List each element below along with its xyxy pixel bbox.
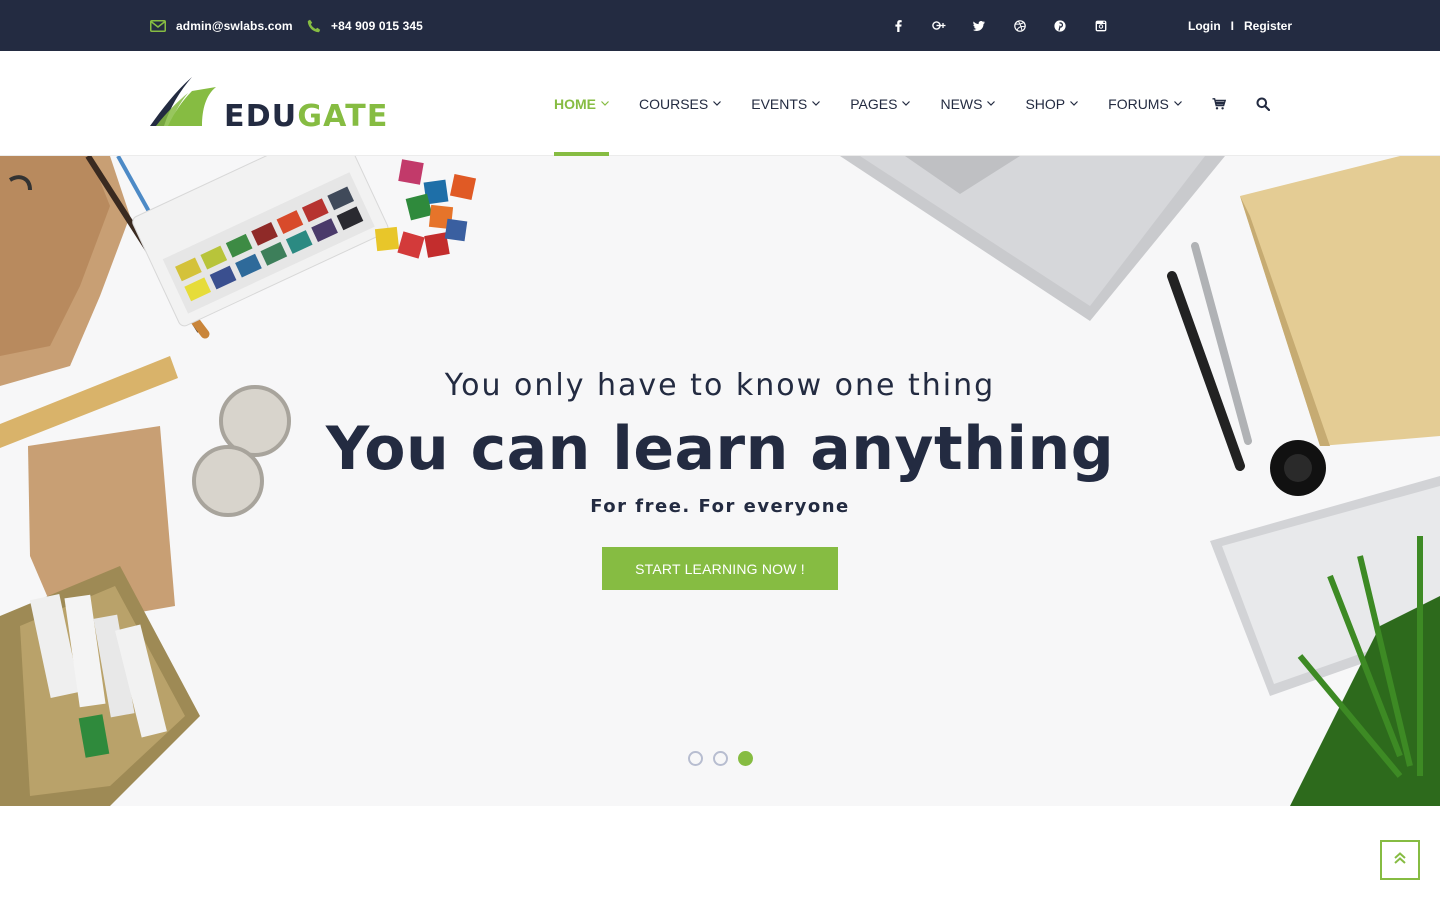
dribbble-icon[interactable]	[1006, 16, 1034, 36]
slider-dot[interactable]	[688, 751, 703, 766]
cart-icon[interactable]	[1212, 51, 1226, 156]
chevron-down-icon	[902, 101, 911, 106]
nav-item-label: SHOP	[1025, 95, 1066, 112]
nav-item-label: HOME	[554, 95, 596, 112]
nav-item-label: EVENTS	[751, 95, 808, 112]
google-plus-icon[interactable]	[925, 16, 953, 36]
chevron-down-icon	[601, 101, 609, 106]
hero-slider: You only have to know one thing You can …	[0, 156, 1440, 806]
nav-item-home[interactable]: HOME	[554, 51, 609, 156]
nav-item-label: FORUMS	[1108, 95, 1169, 112]
nav-item-events[interactable]: EVENTS	[751, 51, 821, 156]
main-header: EDUGATE HOME COURSES EVENTS PAGES NEWS S…	[0, 51, 1440, 156]
search-icon[interactable]	[1256, 51, 1270, 156]
nav-item-pages[interactable]: PAGES	[850, 51, 911, 156]
logo-mark-icon	[150, 77, 216, 126]
hero-subtitle: You only have to know one thing	[444, 368, 996, 403]
start-learning-button[interactable]: START LEARNING NOW !	[602, 547, 838, 590]
slider-dot-active[interactable]	[738, 751, 753, 766]
site-logo[interactable]: EDUGATE	[148, 73, 387, 134]
back-to-top-button[interactable]	[1380, 840, 1420, 880]
nav-item-label: NEWS	[940, 95, 983, 112]
auth-separator: I	[1230, 18, 1234, 33]
nav-item-label: PAGES	[850, 95, 898, 112]
contact-phone-text: +84 909 015 345	[331, 18, 423, 33]
contact-email[interactable]: admin@swlabs.com	[150, 0, 293, 51]
slider-pagination	[688, 751, 763, 766]
chevron-down-icon	[987, 101, 996, 106]
nav-item-label: COURSES	[639, 95, 709, 112]
slider-dot[interactable]	[713, 751, 728, 766]
hero-tagline: For free. For everyone	[590, 496, 850, 517]
twitter-icon[interactable]	[965, 16, 993, 36]
nav-item-news[interactable]: NEWS	[940, 51, 996, 156]
social-links	[884, 0, 1127, 51]
phone-icon	[307, 19, 321, 33]
login-link[interactable]: Login	[1188, 19, 1221, 33]
chevron-down-icon	[713, 101, 722, 106]
nav-item-courses[interactable]: COURSES	[639, 51, 722, 156]
instagram-icon[interactable]	[1087, 16, 1115, 36]
main-nav: HOME COURSES EVENTS PAGES NEWS SHOP FORU…	[554, 51, 1300, 156]
nav-item-shop[interactable]: SHOP	[1025, 51, 1079, 156]
contact-email-text: admin@swlabs.com	[176, 18, 293, 33]
pinterest-icon[interactable]	[1046, 16, 1074, 36]
chevron-down-icon	[812, 101, 821, 106]
contact-phone[interactable]: +84 909 015 345	[307, 0, 423, 51]
auth-links: Login I Register	[1188, 0, 1292, 51]
nav-item-forums[interactable]: FORUMS	[1108, 51, 1182, 156]
facebook-icon[interactable]	[884, 16, 912, 36]
chevron-down-icon	[1173, 101, 1182, 106]
envelope-icon	[150, 19, 166, 32]
register-link[interactable]: Register	[1244, 19, 1292, 33]
top-bar: admin@swlabs.com +84 909 015 345 Login I…	[0, 0, 1440, 51]
logo-text-gate: GATE	[297, 99, 389, 134]
logo-text-edu: EDU	[224, 99, 298, 134]
double-chevron-up-icon	[1393, 851, 1407, 870]
chevron-down-icon	[1070, 101, 1079, 106]
hero-title: You can learn anything	[325, 414, 1115, 484]
logo-text: EDUGATE	[224, 99, 389, 134]
